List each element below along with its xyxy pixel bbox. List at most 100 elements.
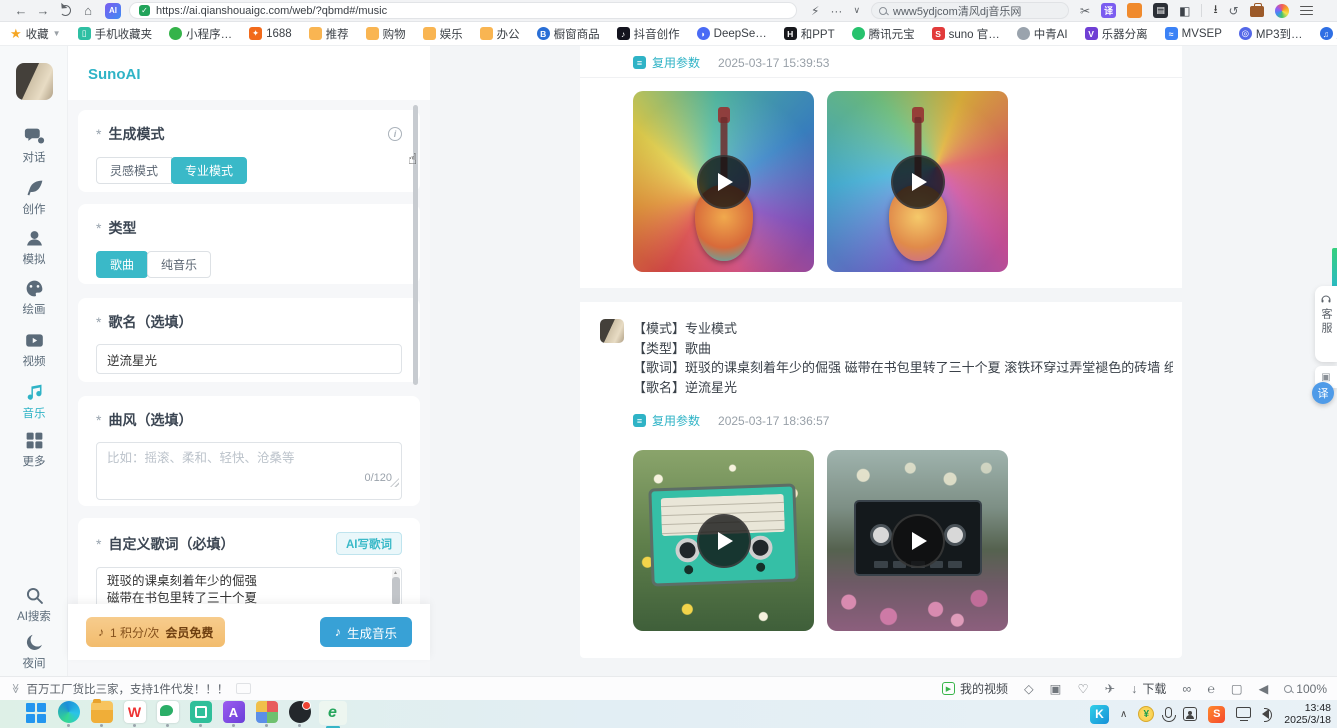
- taskbar-clock[interactable]: 13:48 2025/3/18: [1284, 702, 1331, 726]
- my-videos-button[interactable]: ▶ 我的视频: [942, 680, 1008, 697]
- browser-search-box[interactable]: www5ydjcom清风dj音乐网: [871, 2, 1069, 19]
- album-cover-3[interactable]: [633, 450, 814, 631]
- taskbar-browser-active[interactable]: e: [319, 701, 346, 728]
- sogou-input-icon[interactable]: S: [1208, 706, 1225, 723]
- sidebar-item-night-mode[interactable]: 夜间: [0, 632, 68, 671]
- bookmark-item[interactable]: 中青AI: [1017, 26, 1068, 42]
- taskbar-wps[interactable]: W: [121, 701, 148, 727]
- panel-scrollbar-thumb[interactable]: [413, 105, 418, 385]
- start-button[interactable]: [22, 701, 49, 723]
- lyrics-scrollbar-thumb[interactable]: [392, 577, 400, 605]
- taskbar-screen-clip[interactable]: [187, 701, 214, 727]
- compat-mode-icon[interactable]: ℮: [1207, 682, 1215, 696]
- volume-tray-icon[interactable]: [1262, 709, 1269, 719]
- sidebar-item-create[interactable]: 创作: [0, 178, 68, 217]
- taskbar-a-app[interactable]: A: [220, 701, 247, 727]
- microphone-tray-icon[interactable]: [1165, 707, 1172, 718]
- puzzle-extension-icon[interactable]: ◧: [1179, 4, 1190, 18]
- album-cover-4[interactable]: [827, 450, 1008, 631]
- bookmark-item[interactable]: 小程序…: [169, 26, 232, 42]
- taskbar-wechat[interactable]: [154, 701, 181, 727]
- play-button[interactable]: [891, 514, 945, 568]
- sidebar-item-chat[interactable]: 对话: [0, 126, 68, 165]
- bookmark-item[interactable]: S suno 官…: [932, 26, 1000, 42]
- undo-icon[interactable]: ↺: [1229, 4, 1239, 18]
- bookmark-item[interactable]: ▯ 手机收藏夹: [78, 26, 153, 42]
- notebook-extension-icon[interactable]: ▤: [1153, 3, 1168, 18]
- home-icon[interactable]: ⌂: [77, 0, 99, 22]
- bookmark-item[interactable]: V 乐器分离: [1085, 26, 1148, 42]
- favorites-button[interactable]: ★ 收藏 ▼: [10, 26, 61, 42]
- reuse-params-button[interactable]: ≡ 复用参数 2025-03-17 18:36:57: [633, 412, 829, 429]
- game-extension-icon[interactable]: [1127, 3, 1142, 18]
- bookmark-item[interactable]: ◎ MP3到…: [1239, 26, 1303, 42]
- lightning-icon[interactable]: ⚡: [811, 4, 819, 18]
- chevron-down-icon[interactable]: ∨: [853, 5, 860, 16]
- download-manager-button[interactable]: ↓ 下载: [1131, 680, 1166, 697]
- k-app-tray-icon[interactable]: K: [1090, 705, 1109, 724]
- sidebar-item-more[interactable]: 更多: [0, 430, 68, 469]
- menu-icon[interactable]: [1300, 6, 1313, 16]
- coin-tray-icon[interactable]: ¥: [1138, 706, 1154, 722]
- profile-avatar-icon[interactable]: [1275, 4, 1289, 18]
- song-name-input[interactable]: [96, 344, 402, 374]
- download-icon[interactable]: ⭳: [1213, 0, 1217, 21]
- taskbar-edge[interactable]: [55, 701, 82, 727]
- forward-icon[interactable]: →: [32, 0, 54, 22]
- bookmark-item[interactable]: ♪ 抖音创作: [617, 26, 680, 42]
- album-cover-2[interactable]: [827, 91, 1008, 272]
- scissors-icon[interactable]: ✂: [1080, 4, 1090, 18]
- generate-music-button[interactable]: ♪ 生成音乐: [320, 617, 412, 647]
- user-avatar[interactable]: [16, 63, 53, 100]
- album-cover-1[interactable]: [633, 91, 814, 272]
- professional-mode-button[interactable]: 专业模式: [171, 157, 247, 184]
- boost-tool-icon[interactable]: ✈: [1105, 681, 1115, 696]
- instrumental-type-button[interactable]: 纯音乐: [147, 251, 211, 278]
- window-layout-icon[interactable]: ▢: [1231, 681, 1243, 696]
- customer-service-tab[interactable]: 客服: [1315, 286, 1337, 362]
- address-bar[interactable]: ✓ https://ai.qianshouaigc.com/web/?qbmd#…: [129, 2, 797, 19]
- bookmark-item[interactable]: ♫ 腾讯音乐: [1320, 26, 1337, 42]
- bookmark-item[interactable]: 购物: [366, 26, 406, 42]
- bookmark-item[interactable]: H 和PPT: [784, 26, 835, 42]
- translate-float-button[interactable]: 译: [1312, 382, 1334, 404]
- shield-tool-icon[interactable]: ◇: [1024, 681, 1034, 696]
- mute-tab-icon[interactable]: ◀: [1259, 681, 1269, 696]
- sidebar-item-ai-search[interactable]: AI搜索: [0, 585, 68, 624]
- bookmark-item[interactable]: ✦ 1688: [249, 27, 292, 40]
- screenshot-tool-icon[interactable]: ▣: [1050, 681, 1062, 696]
- zoom-control[interactable]: 100%: [1284, 682, 1327, 696]
- inspiration-mode-button[interactable]: 灵感模式: [96, 157, 172, 184]
- bookmark-item[interactable]: 办公: [480, 26, 520, 42]
- health-tool-icon[interactable]: ♡: [1077, 681, 1088, 696]
- bookmark-item[interactable]: 推荐: [309, 26, 349, 42]
- bookmark-item[interactable]: B 橱窗商品: [537, 26, 600, 42]
- taskbar-dark-app[interactable]: [286, 701, 313, 727]
- cost-badge-button[interactable]: ♪ 1 积分/次 会员免费: [86, 617, 225, 647]
- network-tray-icon[interactable]: [1236, 707, 1251, 718]
- sidebar-item-paint[interactable]: 绘画: [0, 278, 68, 317]
- hidden-icons-chevron[interactable]: ∧: [1120, 709, 1127, 720]
- bookmark-item[interactable]: ◗ DeepSe…: [697, 27, 767, 40]
- info-icon[interactable]: i: [388, 127, 402, 141]
- more-dots-icon[interactable]: ···: [830, 4, 842, 18]
- briefcase-icon[interactable]: [1250, 6, 1264, 17]
- sidebar-item-video[interactable]: 视频: [0, 330, 68, 369]
- taskbar-launcher[interactable]: [253, 701, 280, 727]
- translate-extension-icon[interactable]: 译: [1101, 3, 1116, 18]
- play-button[interactable]: [697, 514, 751, 568]
- play-button[interactable]: [697, 155, 751, 209]
- taskbar-file-explorer[interactable]: [88, 701, 115, 727]
- ai-write-lyrics-button[interactable]: AI写歌词: [336, 532, 402, 555]
- sidebar-item-music[interactable]: 音乐: [0, 382, 68, 421]
- style-textarea[interactable]: [96, 442, 402, 500]
- bookmark-item[interactable]: 娱乐: [423, 26, 463, 42]
- bookmark-item[interactable]: 腾讯元宝: [852, 26, 915, 42]
- collapse-chevron-icon[interactable]: ≫: [10, 683, 21, 693]
- song-type-button[interactable]: 歌曲: [96, 251, 148, 278]
- contact-tray-icon[interactable]: [1183, 707, 1197, 721]
- refresh-icon[interactable]: [60, 5, 71, 16]
- play-button[interactable]: [891, 155, 945, 209]
- reading-mode-icon[interactable]: ∞: [1182, 682, 1191, 696]
- bookmark-item[interactable]: ≈ MVSEP: [1165, 27, 1222, 40]
